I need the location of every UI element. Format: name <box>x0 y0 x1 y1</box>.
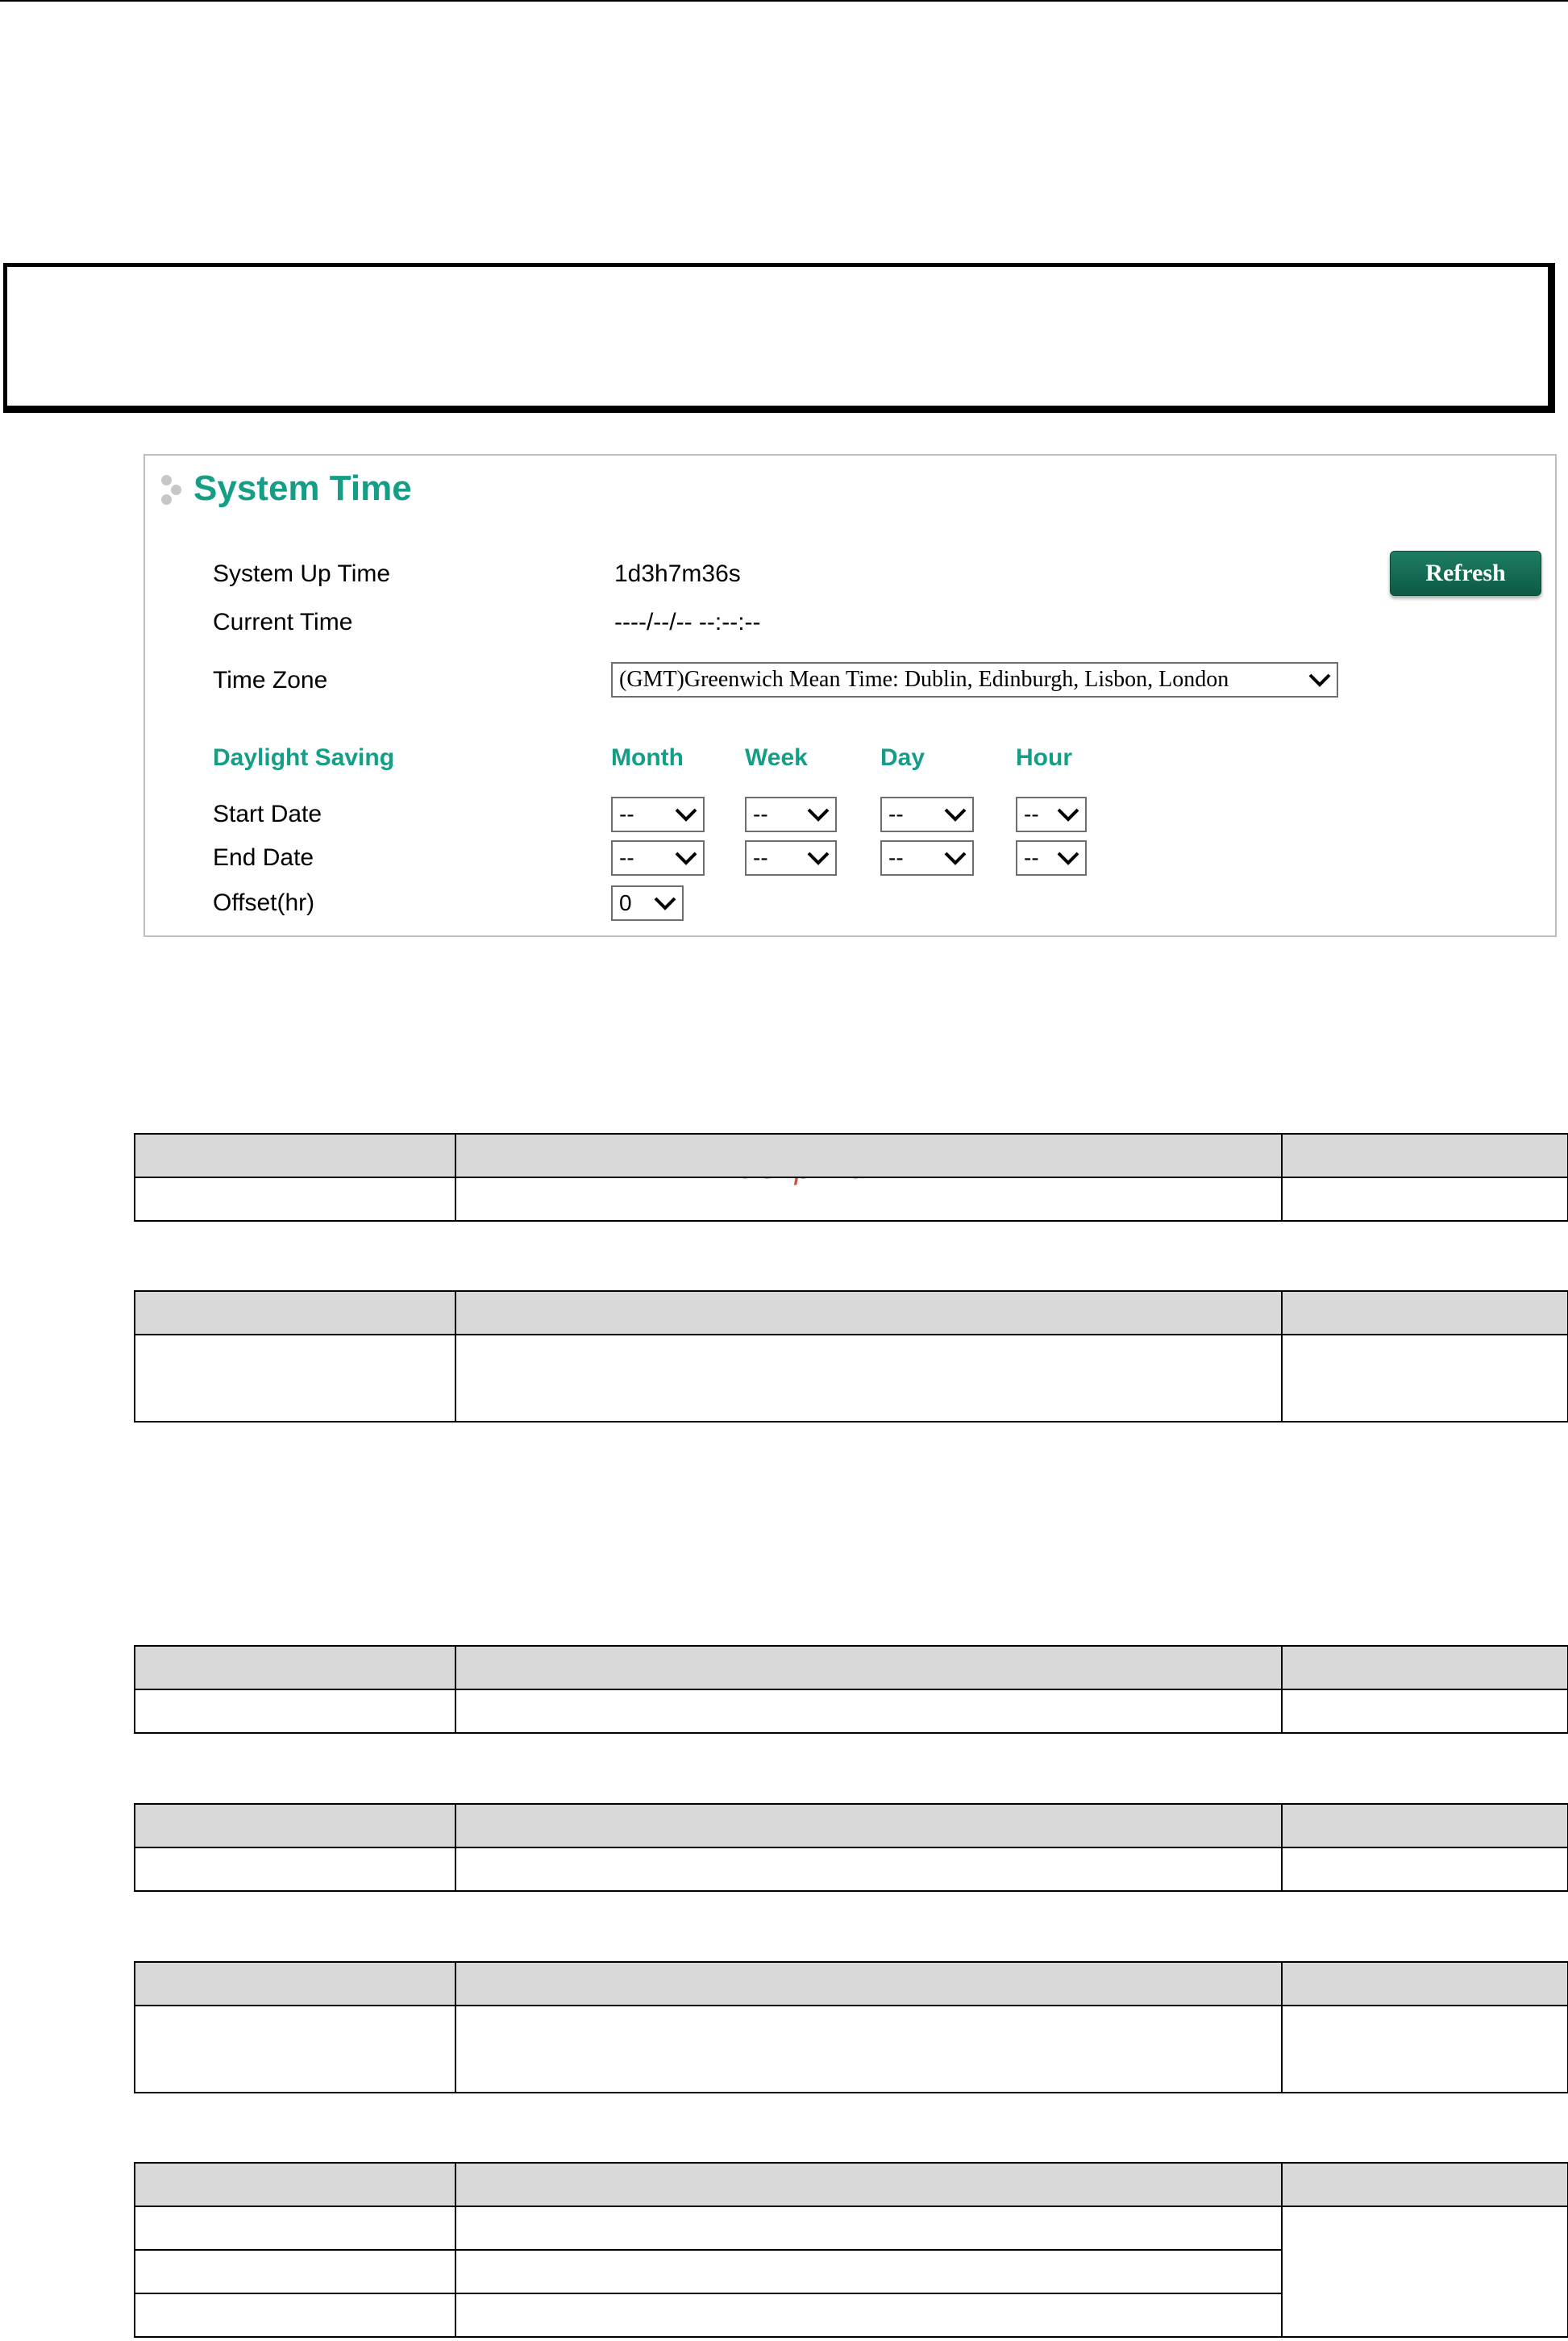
start-day-value: -- <box>888 802 904 827</box>
table-header-row <box>134 2162 1568 2207</box>
chevron-down-icon <box>1308 673 1331 687</box>
time-zone-label: Time Zone <box>213 667 328 694</box>
start-day-select[interactable]: -- <box>880 797 974 832</box>
end-date-label: End Date <box>213 844 314 871</box>
table-header-row <box>134 1803 1568 1848</box>
table-4 <box>134 1803 1568 1892</box>
chevron-down-icon <box>807 852 830 865</box>
top-rule <box>0 0 1568 2</box>
table-header-row <box>134 1290 1568 1335</box>
chevron-down-icon <box>807 808 830 822</box>
time-zone-select[interactable]: (GMT)Greenwich Mean Time: Dublin, Edinbu… <box>611 662 1338 698</box>
daylight-saving-heading: Daylight Saving <box>213 744 395 771</box>
table-3 <box>134 1645 1568 1734</box>
table-header-row <box>134 1961 1568 2006</box>
offset-label: Offset(hr) <box>213 889 315 916</box>
table-row <box>134 1689 1568 1734</box>
title-dots-icon <box>156 473 189 509</box>
end-hour-select[interactable]: -- <box>1016 840 1087 876</box>
start-date-label: Start Date <box>213 801 322 827</box>
end-month-value: -- <box>619 845 634 870</box>
table-6 <box>134 2162 1568 2338</box>
refresh-button[interactable]: Refresh <box>1390 551 1541 596</box>
end-day-value: -- <box>888 845 904 870</box>
start-week-value: -- <box>753 802 768 827</box>
panel-title: System Time <box>193 469 412 508</box>
start-hour-select[interactable]: -- <box>1016 797 1087 832</box>
table-5 <box>134 1961 1568 2093</box>
month-column-label: Month <box>611 744 684 771</box>
end-hour-value: -- <box>1024 845 1039 870</box>
start-month-value: -- <box>619 802 634 827</box>
start-hour-value: -- <box>1024 802 1039 827</box>
system-up-time-label: System Up Time <box>213 560 391 587</box>
start-week-select[interactable]: -- <box>745 797 837 832</box>
chevron-down-icon <box>675 852 697 865</box>
note-box <box>3 263 1555 413</box>
table-row <box>134 1177 1568 1222</box>
table-row <box>134 2005 1568 2093</box>
table-1 <box>134 1133 1568 1222</box>
chevron-down-icon <box>1057 808 1079 822</box>
table-2 <box>134 1290 1568 1423</box>
end-month-select[interactable]: -- <box>611 840 705 876</box>
end-day-select[interactable]: -- <box>880 840 974 876</box>
table-header-row <box>134 1645 1568 1690</box>
table-header-row <box>134 1133 1568 1178</box>
table-row <box>134 2206 1568 2338</box>
chevron-down-icon <box>944 808 967 822</box>
table-row <box>134 1334 1568 1423</box>
chevron-down-icon <box>944 852 967 865</box>
current-time-value: ----/--/-- --:--:-- <box>614 609 761 635</box>
day-column-label: Day <box>880 744 925 771</box>
time-zone-select-value: (GMT)Greenwich Mean Time: Dublin, Edinbu… <box>619 667 1229 692</box>
hour-column-label: Hour <box>1016 744 1072 771</box>
chevron-down-icon <box>1057 852 1079 865</box>
end-week-value: -- <box>753 845 768 870</box>
week-column-label: Week <box>745 744 808 771</box>
table-row <box>134 1847 1568 1892</box>
end-week-select[interactable]: -- <box>745 840 837 876</box>
offset-select[interactable]: 0 <box>611 885 684 921</box>
system-time-panel: System Time System Up Time 1d3h7m36s Ref… <box>143 454 1557 937</box>
chevron-down-icon <box>675 808 697 822</box>
start-month-select[interactable]: -- <box>611 797 705 832</box>
offset-value: 0 <box>619 890 632 915</box>
current-time-label: Current Time <box>213 609 353 635</box>
system-up-time-value: 1d3h7m36s <box>614 560 741 587</box>
chevron-down-icon <box>654 897 676 910</box>
